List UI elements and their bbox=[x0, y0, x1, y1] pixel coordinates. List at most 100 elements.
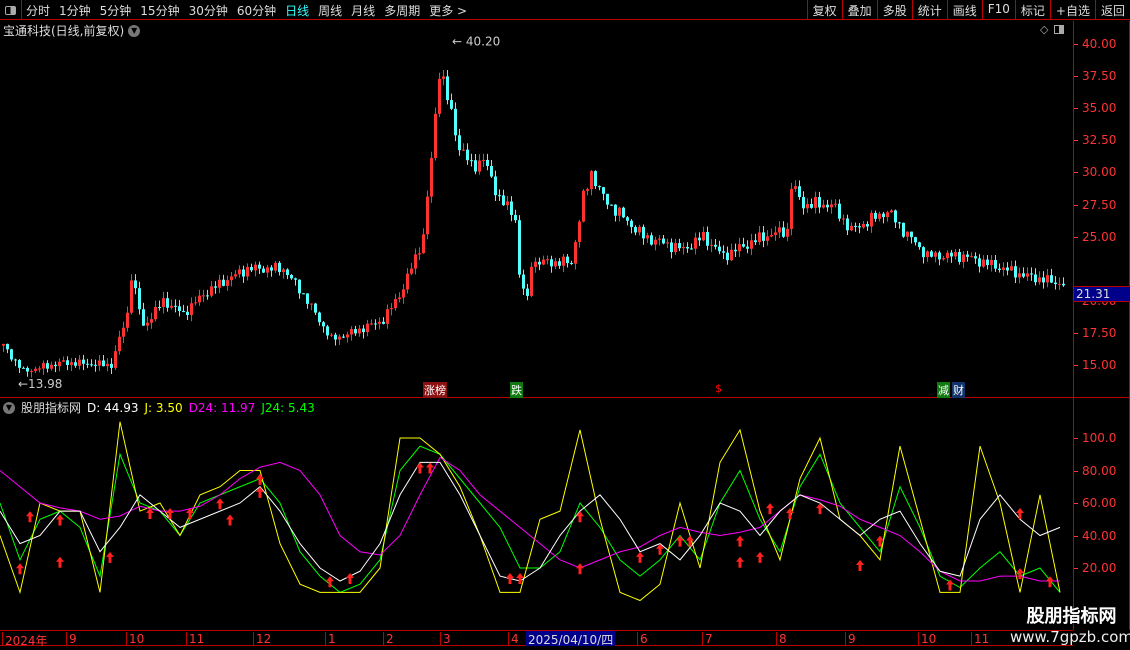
candle bbox=[226, 275, 229, 291]
candlestick-chart[interactable]: ← 40.20 ←13.98 bbox=[0, 21, 1073, 397]
candle bbox=[878, 211, 881, 222]
candle bbox=[726, 246, 729, 265]
candle bbox=[194, 296, 197, 306]
period-tab[interactable]: 更多 > bbox=[429, 2, 467, 19]
candle bbox=[606, 193, 609, 210]
buy-arrow-icon bbox=[576, 563, 584, 575]
period-tab[interactable]: 5分钟 bbox=[100, 2, 132, 19]
candle bbox=[850, 222, 853, 232]
candle bbox=[918, 241, 921, 250]
candle bbox=[18, 358, 21, 374]
low-price-label: ←13.98 bbox=[18, 377, 62, 391]
candle bbox=[826, 199, 829, 212]
candle bbox=[1050, 268, 1053, 284]
candle bbox=[366, 319, 369, 337]
price-tick: 15.00 bbox=[1073, 358, 1117, 372]
candle bbox=[1014, 260, 1017, 283]
candle bbox=[262, 265, 265, 273]
candle bbox=[22, 366, 25, 369]
buy-arrow-icon bbox=[576, 511, 584, 523]
candle bbox=[62, 356, 65, 362]
candle bbox=[6, 343, 9, 354]
toolbar-button[interactable]: 统计 bbox=[911, 0, 947, 20]
date-axis: 2025/04/10/四 2024年 9 10 11 12 1 2 3 4 6 7 8 9 10 11 bbox=[0, 630, 1073, 648]
candle bbox=[230, 271, 233, 287]
watermark-url: www.7gpzb.com bbox=[1010, 628, 1130, 646]
candle bbox=[562, 253, 565, 273]
indicator-chart[interactable] bbox=[0, 398, 1073, 630]
candle bbox=[954, 249, 957, 260]
price-tick: 27.50 bbox=[1073, 197, 1117, 212]
candle bbox=[410, 262, 413, 276]
candle bbox=[142, 302, 145, 326]
candle bbox=[602, 186, 605, 201]
candle bbox=[146, 316, 149, 331]
candle bbox=[270, 265, 273, 277]
event-tag[interactable]: 涨榜 bbox=[423, 382, 447, 398]
candle bbox=[630, 219, 633, 234]
candle bbox=[442, 70, 445, 86]
event-tag[interactable]: 跌 bbox=[510, 382, 523, 398]
date-label: 12 bbox=[253, 632, 271, 646]
period-tab[interactable]: 周线 bbox=[318, 2, 342, 19]
candle bbox=[534, 257, 537, 273]
period-tab[interactable]: 日线 bbox=[285, 2, 309, 19]
candle bbox=[26, 366, 29, 377]
candle bbox=[778, 221, 781, 239]
toolbar-button[interactable]: 复权 bbox=[806, 0, 842, 20]
date-label: 9 bbox=[845, 632, 856, 646]
date-label: 10 bbox=[126, 632, 144, 646]
toolbar-button[interactable]: 标记 bbox=[1014, 0, 1050, 20]
toolbar-button[interactable]: 画线 bbox=[946, 0, 982, 20]
date-label: 11 bbox=[186, 632, 204, 646]
candle bbox=[266, 264, 269, 278]
candle bbox=[846, 214, 849, 235]
toolbar-right-buttons: 复权 叠加 多股 统计 画线 F10 标记 +自选 返回 bbox=[806, 0, 1130, 20]
toolbar-button[interactable]: 叠加 bbox=[841, 0, 877, 20]
candle bbox=[466, 143, 469, 165]
period-tab[interactable]: 60分钟 bbox=[237, 2, 276, 19]
toolbar-button[interactable]: 多股 bbox=[876, 0, 912, 20]
candle bbox=[714, 239, 717, 250]
candle bbox=[1058, 277, 1061, 290]
toolbar-button[interactable]: +自选 bbox=[1049, 0, 1095, 20]
period-tab[interactable]: 分时 bbox=[26, 2, 50, 19]
candle bbox=[246, 263, 249, 281]
candle bbox=[870, 210, 873, 233]
candle bbox=[622, 206, 625, 219]
period-tab[interactable]: 多周期 bbox=[384, 2, 420, 19]
period-tab[interactable]: 1分钟 bbox=[59, 2, 91, 19]
candle bbox=[430, 151, 433, 203]
candle bbox=[434, 107, 437, 161]
candle bbox=[566, 254, 569, 268]
candle bbox=[674, 238, 677, 255]
period-tab[interactable]: 30分钟 bbox=[189, 2, 228, 19]
candle bbox=[46, 360, 49, 373]
candle bbox=[238, 265, 241, 278]
layout-toggle-button[interactable] bbox=[0, 0, 22, 20]
period-tab[interactable]: 15分钟 bbox=[140, 2, 179, 19]
series-line-d24 bbox=[0, 456, 1060, 582]
buy-arrow-icon bbox=[636, 551, 644, 563]
date-label: 2024年 bbox=[2, 632, 48, 648]
candle bbox=[662, 235, 665, 245]
event-tag[interactable]: 财 bbox=[952, 382, 965, 398]
candle bbox=[322, 321, 325, 333]
candle bbox=[882, 211, 885, 224]
candle bbox=[718, 240, 721, 255]
event-tag[interactable]: $ bbox=[714, 382, 723, 395]
period-tab[interactable]: 月线 bbox=[351, 2, 375, 19]
candle bbox=[214, 281, 217, 294]
event-tag[interactable]: 减 bbox=[937, 382, 950, 398]
price-tick: 40.00 bbox=[1073, 37, 1117, 51]
candle bbox=[482, 153, 485, 167]
toolbar-button[interactable]: 返回 bbox=[1094, 0, 1130, 20]
candle bbox=[378, 317, 381, 330]
candle bbox=[290, 274, 293, 280]
candle bbox=[702, 226, 705, 242]
candle bbox=[842, 214, 845, 225]
buy-arrow-icon bbox=[106, 551, 114, 563]
candle bbox=[118, 330, 121, 355]
buy-arrow-icon bbox=[506, 573, 514, 584]
toolbar-button[interactable]: F10 bbox=[981, 0, 1015, 20]
